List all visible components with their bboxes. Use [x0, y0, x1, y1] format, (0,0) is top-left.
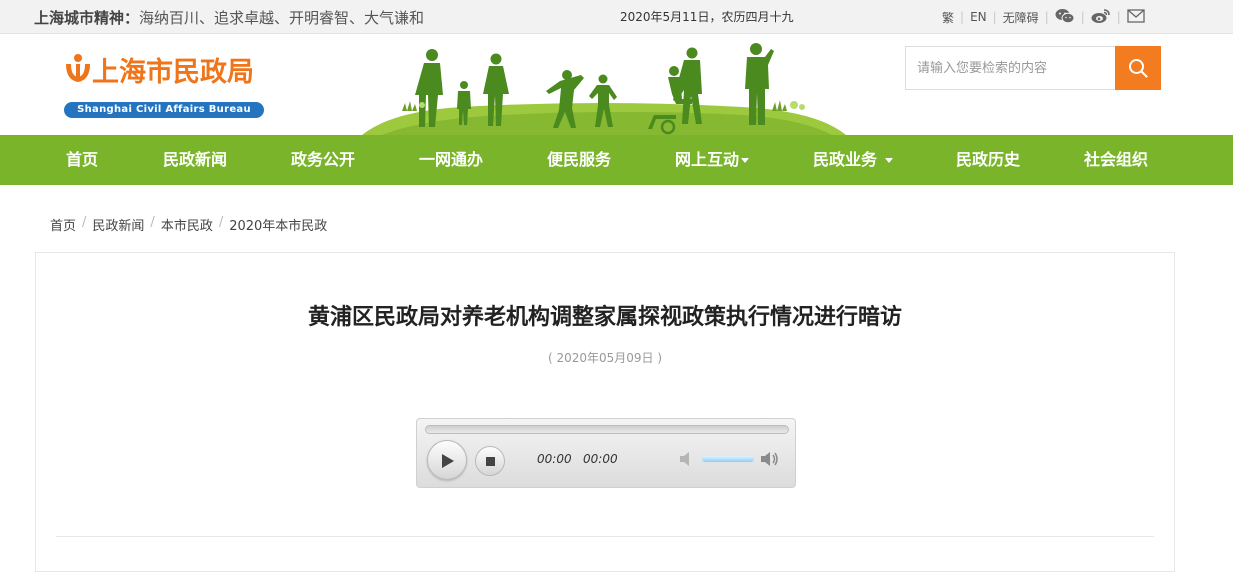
main-nav: 首页 民政新闻 政务公开 一网通办 便民服务 网上互动 民政业务 民政历史 社会… — [0, 135, 1233, 185]
search-icon — [1129, 59, 1148, 78]
search-button[interactable] — [1115, 46, 1161, 90]
wechat-icon[interactable] — [1055, 8, 1075, 27]
audio-duration: 00:00 — [583, 452, 618, 466]
breadcrumb-separator: / — [82, 215, 87, 230]
breadcrumb: 首页 / 民政新闻 / 本市民政 / 2020年本市民政 — [50, 215, 327, 234]
traditional-chinese-link[interactable]: 繁 — [942, 9, 954, 26]
divider: | — [1116, 10, 1121, 24]
nav-item-history[interactable]: 民政历史 — [956, 135, 1020, 185]
breadcrumb-news[interactable]: 民政新闻 — [92, 215, 144, 234]
breadcrumb-separator: / — [150, 215, 155, 230]
audio-progress-bar[interactable] — [425, 425, 789, 434]
logo-english-name: Shanghai Civil Affairs Bureau — [64, 102, 264, 118]
stop-icon — [486, 457, 495, 466]
divider: | — [960, 10, 965, 24]
search-input[interactable] — [906, 47, 1116, 89]
city-motto-text: 海纳百川、追求卓越、开明睿智、大气谦和 — [139, 9, 425, 27]
stop-button[interactable] — [475, 446, 505, 476]
nav-item-social-orgs[interactable]: 社会组织 — [1084, 135, 1148, 185]
site-header: 上海市民政局 Shanghai Civil Affairs Bureau — [0, 35, 1233, 135]
play-button[interactable] — [427, 440, 467, 480]
breadcrumb-home[interactable]: 首页 — [50, 215, 76, 234]
nav-item-label: 首页 — [66, 150, 99, 169]
breadcrumb-city-affairs[interactable]: 本市民政 — [161, 215, 213, 234]
accessibility-link[interactable]: 无障碍 — [1003, 9, 1039, 26]
article-date: ( 2020年05月09日 ) — [547, 351, 663, 365]
top-links: 繁 | EN | 无障碍 | | | — [942, 6, 1145, 28]
play-icon — [442, 454, 454, 468]
nav-item-gov-affairs[interactable]: 政务公开 — [291, 135, 355, 185]
current-date: 2020年5月11日，农历四月十九 — [620, 10, 794, 24]
logo-emblem-icon — [66, 54, 90, 82]
nav-item-label: 民政新闻 — [163, 150, 228, 169]
mail-icon[interactable] — [1127, 8, 1145, 26]
divider — [56, 536, 1154, 537]
nav-item-label: 政务公开 — [291, 150, 356, 169]
volume-max-icon[interactable] — [760, 450, 780, 468]
audio-current-time: 00:00 — [537, 452, 572, 466]
nav-item-civil-business[interactable]: 民政业务 — [813, 135, 893, 185]
nav-item-label: 社会组织 — [1084, 150, 1149, 169]
chevron-down-icon — [741, 158, 750, 163]
divider: | — [992, 10, 997, 24]
breadcrumb-separator: / — [218, 215, 224, 230]
volume-mute-icon[interactable] — [679, 451, 697, 467]
nav-item-online-interaction[interactable]: 网上互动 — [675, 135, 750, 185]
english-link[interactable]: EN — [970, 10, 987, 24]
nav-item-one-net-service[interactable]: 一网通办 — [419, 135, 483, 185]
weibo-icon[interactable] — [1091, 8, 1111, 27]
city-motto: 上海城市精神：海纳百川、追求卓越、开明睿智、大气谦和 — [34, 7, 424, 28]
nav-item-label: 一网通办 — [419, 150, 484, 169]
nav-item-label: 民政业务 — [813, 150, 878, 169]
site-logo[interactable]: 上海市民政局 Shanghai Civil Affairs Bureau — [64, 50, 269, 120]
chevron-down-icon — [884, 158, 893, 163]
family-silhouette-banner — [362, 43, 846, 135]
nav-item-news[interactable]: 民政新闻 — [163, 135, 227, 185]
breadcrumb-2020-city-affairs[interactable]: 2020年本市民政 — [229, 215, 327, 234]
divider: | — [1044, 10, 1049, 24]
top-bar: 上海城市精神：海纳百川、追求卓越、开明睿智、大气谦和 2020年5月11日，农历… — [0, 0, 1233, 34]
site-search — [905, 46, 1161, 90]
nav-item-label: 网上互动 — [675, 150, 740, 169]
city-motto-label: 上海城市精神： — [34, 9, 140, 27]
article-panel: 黄浦区民政局对养老机构调整家属探视政策执行情况进行暗访 ( 2020年05月09… — [35, 252, 1175, 572]
audio-player: 00:00 00:00 — [416, 418, 796, 488]
divider: | — [1080, 10, 1085, 24]
nav-item-label: 民政历史 — [956, 150, 1021, 169]
volume-slider[interactable] — [702, 456, 754, 462]
nav-item-public-service[interactable]: 便民服务 — [547, 135, 611, 185]
article-title: 黄浦区民政局对养老机构调整家属探视政策执行情况进行暗访 — [307, 305, 902, 330]
nav-item-label: 便民服务 — [547, 150, 612, 169]
logo-chinese-name: 上海市民政局 — [92, 57, 254, 88]
nav-item-home[interactable]: 首页 — [66, 135, 98, 185]
